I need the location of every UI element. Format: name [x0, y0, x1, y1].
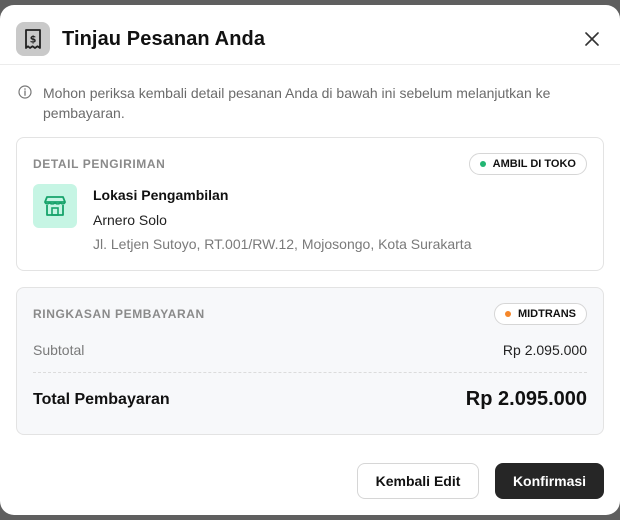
status-dot — [504, 311, 511, 317]
receipt-icon: $ — [16, 22, 50, 56]
review-order-modal: $ Tinjau Pesanan Anda Mohon periksa kemb… — [0, 5, 620, 515]
total-row: Total Pembayaran Rp 2.095.000 — [33, 388, 587, 411]
close-icon[interactable] — [580, 27, 604, 51]
payment-section-title: RINGKASAN PEMBAYARAN — [33, 307, 205, 321]
total-label: Total Pembayaran — [33, 390, 170, 408]
pickup-badge: AMBIL DI TOKO — [468, 153, 587, 175]
pickup-location-label: Lokasi Pengambilan — [93, 187, 229, 203]
store-icon — [33, 184, 77, 228]
subtotal-label: Subtotal — [33, 342, 85, 358]
svg-text:$: $ — [30, 35, 37, 46]
subtotal-row: Subtotal Rp 2.095.000 — [33, 342, 587, 358]
payment-method-badge: MIDTRANS — [493, 303, 587, 325]
modal-title: Tinjau Pesanan Anda — [62, 27, 266, 50]
back-edit-button[interactable]: Kembali Edit — [357, 463, 479, 499]
shipping-section-title: DETAIL PENGIRIMAN — [33, 157, 166, 171]
total-value: Rp 2.095.000 — [465, 388, 587, 410]
status-dot — [479, 161, 486, 167]
header-divider — [0, 64, 620, 65]
store-address: Jl. Letjen Sutoyo, RT.001/RW.12, Mojoson… — [93, 236, 472, 252]
info-text: Mohon periksa kembali detail pesanan And… — [43, 85, 551, 121]
summary-divider — [33, 372, 587, 373]
confirm-button[interactable]: Konfirmasi — [495, 463, 604, 499]
subtotal-value: Rp 2.095.000 — [502, 342, 587, 358]
info-notice: Mohon periksa kembali detail pesanan And… — [18, 83, 588, 123]
shipping-details-card: DETAIL PENGIRIMAN AMBIL DI TOKO Lokasi P… — [16, 137, 604, 271]
modal-header: $ Tinjau Pesanan Anda — [16, 21, 604, 57]
payment-method-label: MIDTRANS — [517, 308, 576, 320]
pickup-badge-label: AMBIL DI TOKO — [492, 158, 576, 170]
info-icon — [18, 85, 32, 99]
store-name: Arnero Solo — [93, 212, 167, 228]
payment-summary-card: RINGKASAN PEMBAYARAN MIDTRANS Subtotal R… — [16, 287, 604, 435]
